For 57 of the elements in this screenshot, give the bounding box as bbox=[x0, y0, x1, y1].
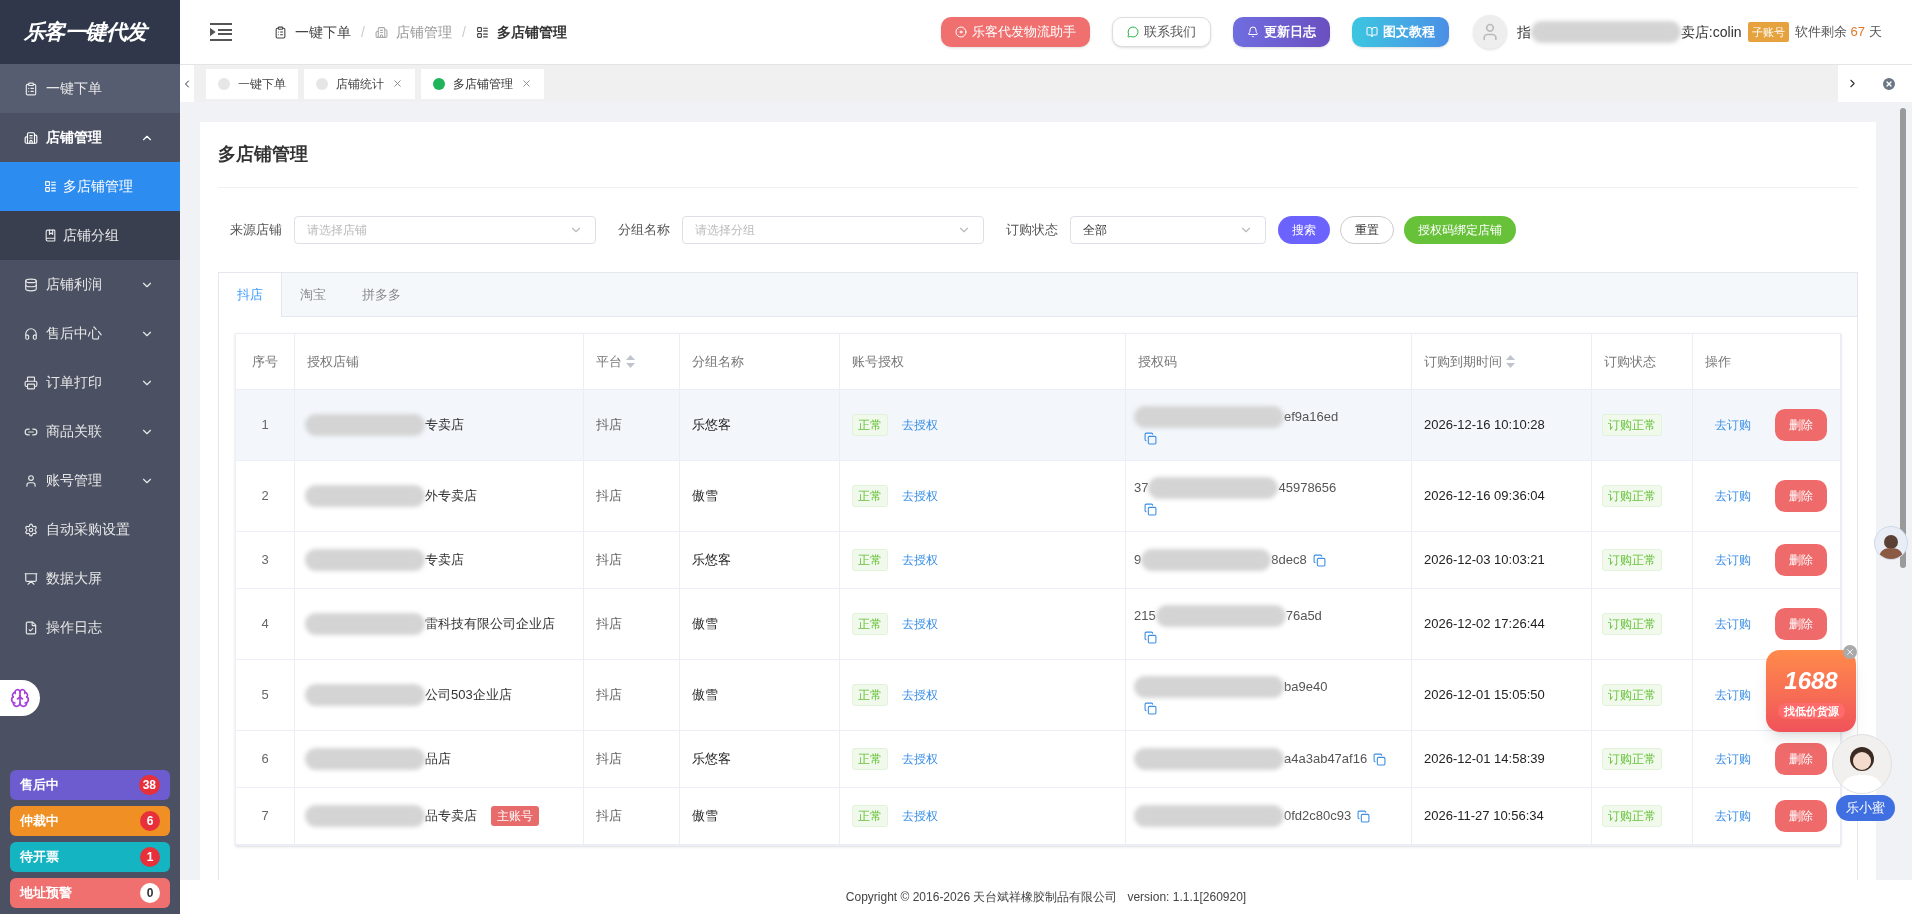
auth-status-tag: 正常 bbox=[852, 485, 888, 507]
order-status-tag: 订购正常 bbox=[1602, 805, 1662, 827]
auth-status-tag: 正常 bbox=[852, 613, 888, 635]
shop-name: 专卖店 bbox=[425, 551, 464, 570]
auth-code-end: 8dec8 bbox=[1271, 551, 1307, 570]
promo-caption: 找低价货源 bbox=[1777, 702, 1845, 720]
auth-status-tag: 正常 bbox=[852, 805, 888, 827]
copyright-text: Copyright © 2016-2026 天台斌祥橡胶制品有限公司 bbox=[845, 889, 1118, 906]
remaining-label: 软件剩余 bbox=[1794, 23, 1847, 42]
auth-status-tag: 正常 bbox=[852, 549, 888, 571]
order-status-tag: 订购正常 bbox=[1602, 414, 1662, 436]
auth-code-end: 0fd2c80c93 bbox=[1284, 807, 1352, 826]
main-account-tag: 主账号 bbox=[491, 806, 539, 826]
order-status-tag: 订购正常 bbox=[1602, 748, 1662, 770]
auth-code-end: ef9a16ed bbox=[1284, 407, 1339, 426]
remaining-unit: 天 bbox=[1869, 23, 1882, 42]
auth-code-end: 45978656 bbox=[1278, 478, 1337, 497]
shop-name: 外专卖店 bbox=[425, 487, 477, 506]
auth-code-end: a4a3ab47af16 bbox=[1284, 750, 1368, 769]
auth-status-tag: 正常 bbox=[852, 684, 888, 706]
page-title: 多店铺管理 bbox=[218, 122, 1858, 188]
filter-label: 来源店铺 bbox=[230, 221, 282, 240]
count-badge: 1 bbox=[140, 847, 160, 867]
breadcrumb-separator: / bbox=[461, 22, 466, 42]
user-name-end: 卖店:colin bbox=[1680, 22, 1742, 42]
count-badge: 0 bbox=[140, 883, 160, 903]
table-cell: 2026-11-27 10:56:34 bbox=[1412, 788, 1592, 845]
order-status-tag: 订购正常 bbox=[1602, 684, 1662, 706]
breadcrumb-separator: / bbox=[361, 22, 365, 42]
filter-label: 订购状态 bbox=[1006, 221, 1058, 240]
table-cell: 7 bbox=[236, 788, 295, 845]
auth-code-end: 76a5d bbox=[1285, 606, 1322, 625]
order-status-tag: 订购正常 bbox=[1602, 549, 1662, 571]
auth-status-tag: 正常 bbox=[852, 748, 888, 770]
shop-name: 专卖店 bbox=[425, 416, 464, 435]
filter-label: 分组名称 bbox=[618, 221, 670, 240]
promo-number: 1688 bbox=[1784, 665, 1838, 696]
shop-name: 雷科技有限公司企业店 bbox=[425, 615, 555, 634]
version-text: version: 1.1.1[260920] bbox=[1127, 889, 1247, 906]
shop-name: 公司503企业店 bbox=[425, 686, 512, 705]
order-status-tag: 订购正常 bbox=[1602, 485, 1662, 507]
table-cell: 傲雪 bbox=[680, 788, 840, 845]
table-cell: 抖店 bbox=[584, 788, 680, 845]
auth-code-start: 9 bbox=[1134, 551, 1142, 570]
auth-code-start: 215 bbox=[1134, 606, 1156, 625]
count-badge: 38 bbox=[138, 775, 160, 795]
auth-status-tag: 正常 bbox=[852, 414, 888, 436]
user-name-start: 指 bbox=[1516, 22, 1531, 42]
role-tag: 子账号 bbox=[1747, 21, 1789, 43]
shop-name: 品店 bbox=[425, 750, 451, 769]
order-status-tag: 订购正常 bbox=[1602, 613, 1662, 635]
auth-code-end: ba9e40 bbox=[1284, 677, 1328, 696]
shop-name: 品专卖店 bbox=[425, 807, 477, 826]
remaining-days: 67 bbox=[1850, 22, 1865, 42]
auth-code-start: 37 bbox=[1134, 478, 1149, 497]
count-badge: 6 bbox=[140, 811, 160, 831]
breadcrumb-item: 多店铺管理 bbox=[496, 22, 567, 42]
